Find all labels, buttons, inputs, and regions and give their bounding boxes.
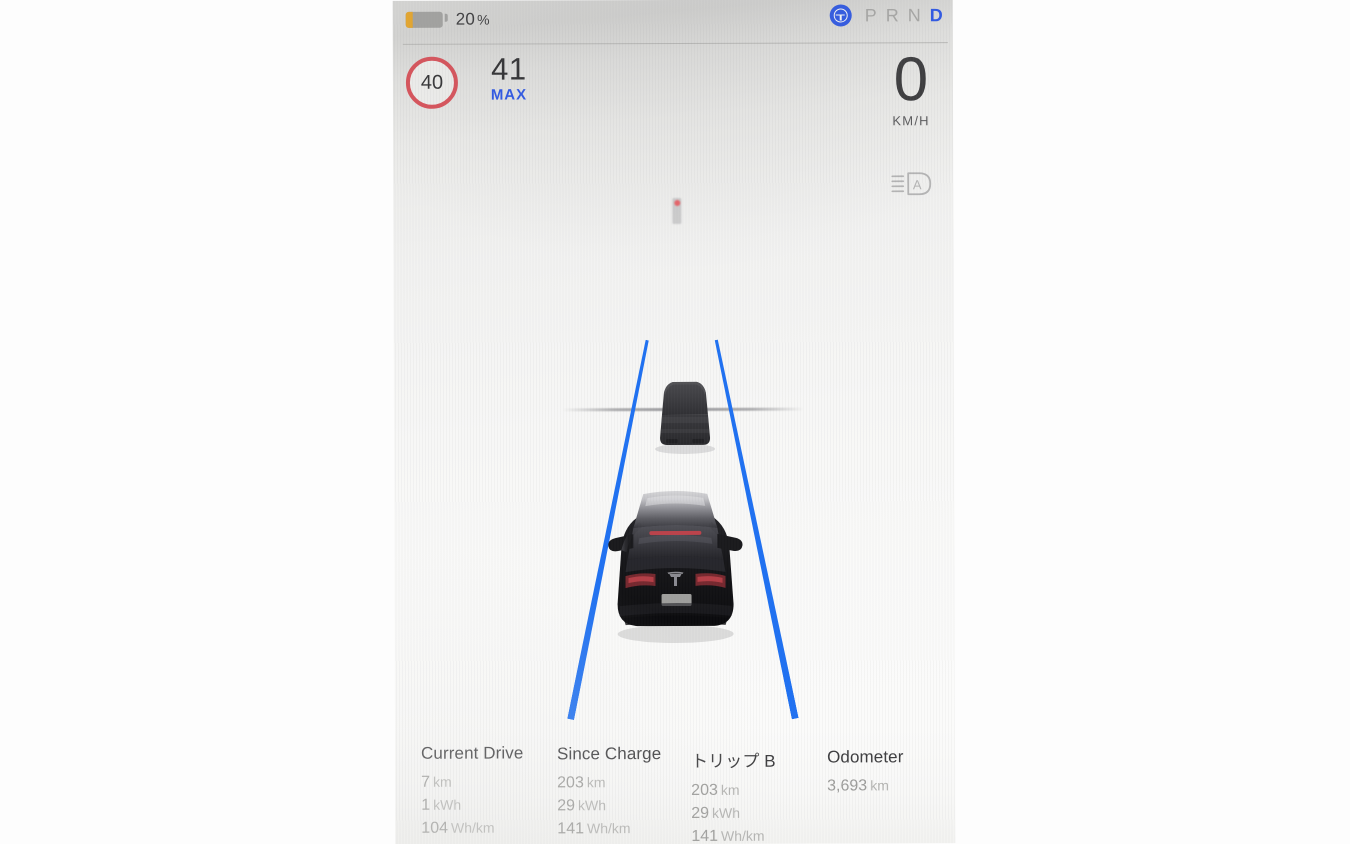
- gear-selector-group: P R N D: [829, 4, 943, 27]
- lead-vehicle: [655, 381, 716, 454]
- trip-unit: km: [586, 774, 606, 791]
- trip-value: 7: [421, 773, 431, 791]
- trip-row: 141 Wh/km: [691, 825, 776, 844]
- trip-unit: km: [870, 777, 889, 794]
- gear-n: N: [907, 4, 921, 25]
- instrument-cluster-screen: 20% P R N D 40 41 MAX 0 KM/H A Current D…: [392, 0, 956, 844]
- gear-d: D: [929, 4, 943, 25]
- trip-value: 104: [421, 819, 449, 837]
- trip-column-values: 203 km 29 kWh 141 Wh/km: [691, 779, 776, 844]
- gear-p: P: [864, 4, 877, 25]
- trip-unit: Wh/km: [586, 820, 631, 837]
- battery-percent-value: 20: [455, 9, 476, 29]
- speed-limit-sign: 40: [405, 56, 459, 109]
- trip-value: 3,693: [827, 777, 868, 795]
- speed-limit-value: 40: [420, 71, 444, 94]
- max-speed-label: MAX: [490, 86, 528, 104]
- prnd-indicator: P R N D: [865, 5, 943, 26]
- traffic-light-icon: [672, 197, 682, 225]
- battery-icon: [405, 11, 443, 28]
- trip-row: 104 Wh/km: [421, 816, 523, 839]
- max-speed-value: 41: [491, 51, 527, 87]
- trip-value: 203: [691, 781, 718, 799]
- traffic-light-red-lamp: [673, 199, 680, 206]
- trip-value: 141: [557, 820, 585, 838]
- trip-column-current-drive[interactable]: Current Drive 7 km 1 kWh 104 Wh/km: [421, 743, 524, 839]
- auto-headlight-letter: A: [913, 177, 922, 192]
- trip-unit: Wh/km: [720, 827, 765, 844]
- trip-row: 3,693 km: [827, 774, 903, 797]
- trip-column-values: 7 km 1 kWh 104 Wh/km: [421, 770, 524, 839]
- trip-unit: kWh: [577, 797, 607, 814]
- steering-wheel-icon[interactable]: [829, 4, 852, 27]
- trip-row: 141 Wh/km: [557, 817, 661, 840]
- speed-unit-label: KM/H: [892, 113, 930, 129]
- trip-unit: kWh: [711, 804, 741, 821]
- trip-row: 7 km: [421, 770, 523, 793]
- road-visualization: [393, 43, 955, 728]
- steering-wheel-hub-icon: [839, 14, 842, 20]
- trip-value: 1: [421, 796, 431, 814]
- battery-indicator[interactable]: 20%: [405, 10, 490, 30]
- trip-column-values: 203 km 29 kWh 141 Wh/km: [557, 771, 661, 840]
- screenshot-frame: 20% P R N D 40 41 MAX 0 KM/H A Current D…: [0, 0, 1350, 844]
- trip-unit: km: [720, 781, 740, 798]
- trip-value: 29: [557, 797, 576, 815]
- trip-column-odometer[interactable]: Odometer 3,693 km: [827, 747, 904, 797]
- status-bar: 20% P R N D: [393, 0, 953, 44]
- ego-vehicle: [608, 491, 743, 643]
- speed-value: 0: [893, 45, 929, 115]
- trip-row: 203 km: [691, 779, 776, 802]
- trip-unit: Wh/km: [450, 819, 495, 836]
- battery-fill: [405, 11, 414, 28]
- max-speed-group[interactable]: 41 MAX: [479, 51, 539, 104]
- trip-unit: kWh: [433, 796, 462, 813]
- speedometer: 0 KM/H: [875, 45, 947, 129]
- trip-column-trip-b[interactable]: トリップ B 203 km 29 kWh 141 Wh/km: [691, 747, 776, 844]
- trip-column-since-charge[interactable]: Since Charge 203 km 29 kWh 141 Wh/km: [557, 744, 662, 840]
- trip-column-title: トリップ B: [691, 751, 776, 771]
- battery-percent-unit: %: [477, 11, 490, 28]
- trip-row: 29 kWh: [691, 802, 776, 825]
- trip-column-title: Current Drive: [421, 743, 524, 763]
- battery-terminal-icon: [444, 13, 448, 22]
- trip-row: 29 kWh: [557, 794, 661, 817]
- trip-value: 203: [557, 774, 584, 792]
- trip-column-values: 3,693 km: [827, 774, 903, 797]
- trip-unit: km: [433, 773, 452, 790]
- trip-info-panel: Current Drive 7 km 1 kWh 104 Wh/km Since Ch…: [394, 726, 956, 844]
- trip-column-title: Since Charge: [557, 744, 662, 764]
- trip-value: 141: [691, 827, 719, 844]
- auto-headlight-icon: A: [891, 172, 932, 196]
- trip-value: 29: [691, 804, 710, 822]
- trip-row: 1 kWh: [421, 793, 523, 816]
- gear-r: R: [885, 4, 899, 25]
- trip-row: 203 km: [557, 771, 661, 794]
- battery-percent-label: 20%: [456, 10, 490, 30]
- trip-column-title: Odometer: [827, 747, 904, 767]
